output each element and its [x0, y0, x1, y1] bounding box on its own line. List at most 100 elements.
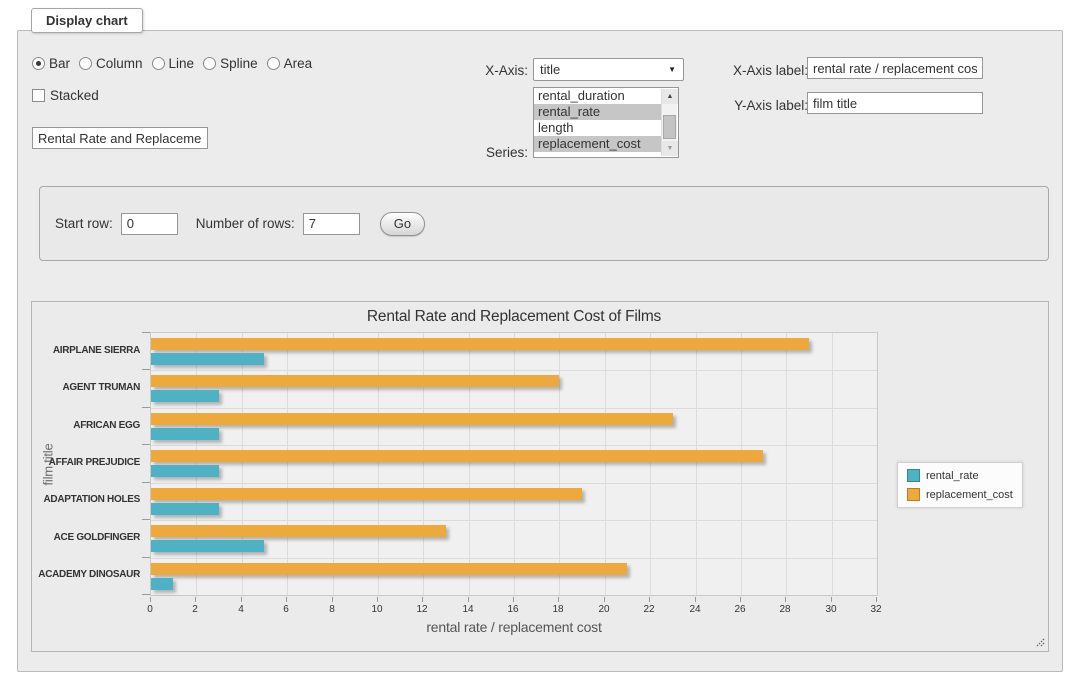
- category-label: ADAPTATION HOLES: [32, 494, 140, 505]
- grid-line: [151, 520, 877, 521]
- x-axis-title: rental rate / replacement cost: [150, 619, 878, 635]
- y-tick-mark: [142, 519, 150, 520]
- x-tick-label: 16: [498, 604, 528, 615]
- bar-rental_rate: [151, 428, 219, 440]
- x-tick-label: 8: [317, 604, 347, 615]
- bar-rental_rate: [151, 578, 173, 590]
- x-tick-mark: [785, 597, 786, 602]
- legend-item-rental_rate[interactable]: rental_rate: [907, 469, 1013, 482]
- grid-line: [741, 333, 742, 595]
- grid-line: [333, 333, 334, 595]
- category-label: AFRICAN EGG: [32, 420, 140, 431]
- x-tick-label: 14: [453, 604, 483, 615]
- x-tick-label: 0: [135, 604, 165, 615]
- start-row-input[interactable]: [121, 213, 178, 235]
- bar-replacement_cost: [151, 450, 763, 462]
- legend-swatch: [907, 469, 920, 482]
- radio-icon[interactable]: [152, 57, 165, 70]
- radio-icon[interactable]: [32, 57, 45, 70]
- x-tick-mark: [740, 597, 741, 602]
- y-tick-mark: [142, 369, 150, 370]
- chart-type-option-area[interactable]: Area: [267, 56, 313, 71]
- y-tick-mark: [142, 332, 150, 333]
- bar-replacement_cost: [151, 375, 559, 387]
- x-tick-mark: [604, 597, 605, 602]
- y-axis-label-label: Y-Axis label:: [718, 98, 808, 113]
- fieldset-legend: Display chart: [31, 8, 143, 33]
- chart: Rental Rate and Replacement Cost of Film…: [31, 301, 1049, 652]
- radio-label: Line: [169, 56, 195, 71]
- num-rows-input[interactable]: [303, 213, 360, 235]
- x-axis-label-label: X-Axis label:: [718, 63, 808, 78]
- radio-icon[interactable]: [267, 57, 280, 70]
- x-axis-selected-value: title: [540, 62, 560, 77]
- start-row-label: Start row:: [55, 216, 113, 231]
- resize-handle-icon[interactable]: [1033, 636, 1045, 648]
- bar-replacement_cost: [151, 413, 673, 425]
- stacked-label: Stacked: [50, 88, 99, 103]
- radio-icon[interactable]: [79, 57, 92, 70]
- x-tick-label: 6: [271, 604, 301, 615]
- x-tick-label: 2: [180, 604, 210, 615]
- radio-icon[interactable]: [203, 57, 216, 70]
- chart-title-input[interactable]: [32, 127, 208, 149]
- scroll-up-icon[interactable]: ▲: [662, 89, 678, 104]
- series-option-replacement_cost[interactable]: replacement_cost: [534, 136, 662, 152]
- y-tick-mark: [142, 444, 150, 445]
- radio-label: Area: [284, 56, 313, 71]
- display-chart-fieldset: Display chart BarColumnLineSplineArea St…: [17, 30, 1063, 672]
- series-select-label: Series:: [438, 145, 528, 160]
- bar-rental_rate: [151, 465, 219, 477]
- stacked-checkbox-row[interactable]: Stacked: [32, 88, 99, 103]
- grid-line: [378, 333, 379, 595]
- grid-line: [151, 445, 877, 446]
- chart-legend: rental_rate replacement_cost: [897, 462, 1023, 508]
- plot-area: [150, 332, 878, 596]
- bar-rental_rate: [151, 540, 264, 552]
- x-tick-label: 20: [589, 604, 619, 615]
- listbox-scrollbar[interactable]: ▲ ▼: [661, 89, 677, 156]
- chart-type-radio-group: Bar Column Line Spline Area: [32, 56, 312, 71]
- y-axis-label-input[interactable]: [807, 92, 983, 114]
- x-axis-select[interactable]: title ▼: [533, 58, 684, 81]
- stacked-checkbox[interactable]: [32, 89, 45, 102]
- series-option-rental_rate[interactable]: rental_rate: [534, 104, 662, 120]
- x-tick-label: 4: [226, 604, 256, 615]
- chart-type-option-bar[interactable]: Bar: [32, 56, 70, 71]
- x-tick-label: 24: [680, 604, 710, 615]
- series-option-rental_duration[interactable]: rental_duration: [534, 88, 662, 104]
- series-option-length[interactable]: length: [534, 120, 662, 136]
- category-label: ACADEMY DINOSAUR: [32, 569, 140, 580]
- legend-item-replacement_cost[interactable]: replacement_cost: [907, 488, 1013, 501]
- scrollbar-thumb[interactable]: [663, 115, 676, 139]
- row-range-panel: Start row: Number of rows: Go: [39, 186, 1049, 261]
- chevron-down-icon: ▼: [668, 66, 676, 74]
- x-tick-mark: [513, 597, 514, 602]
- radio-label: Column: [96, 56, 143, 71]
- x-tick-label: 28: [770, 604, 800, 615]
- legend-swatch: [907, 488, 920, 501]
- x-tick-mark: [150, 597, 151, 602]
- chart-type-option-line[interactable]: Line: [152, 56, 195, 71]
- chart-type-option-column[interactable]: Column: [79, 56, 143, 71]
- series-listbox[interactable]: rental_durationrental_ratelengthreplacem…: [533, 87, 679, 158]
- x-tick-mark: [695, 597, 696, 602]
- chart-type-option-spline[interactable]: Spline: [203, 56, 258, 71]
- go-button[interactable]: Go: [380, 212, 425, 236]
- y-tick-mark: [142, 594, 150, 595]
- bar-replacement_cost: [151, 488, 582, 500]
- x-axis-label-input[interactable]: [807, 57, 983, 79]
- scroll-down-icon[interactable]: ▼: [662, 141, 678, 156]
- bar-replacement_cost: [151, 563, 627, 575]
- bar-rental_rate: [151, 503, 219, 515]
- x-tick-mark: [558, 597, 559, 602]
- grid-line: [514, 333, 515, 595]
- bar-rental_rate: [151, 390, 219, 402]
- y-tick-mark: [142, 482, 150, 483]
- grid-line: [423, 333, 424, 595]
- x-tick-mark: [831, 597, 832, 602]
- legend-label: replacement_cost: [926, 489, 1013, 501]
- x-tick-label: 12: [407, 604, 437, 615]
- bar-replacement_cost: [151, 525, 446, 537]
- category-label: AFFAIR PREJUDICE: [32, 457, 140, 468]
